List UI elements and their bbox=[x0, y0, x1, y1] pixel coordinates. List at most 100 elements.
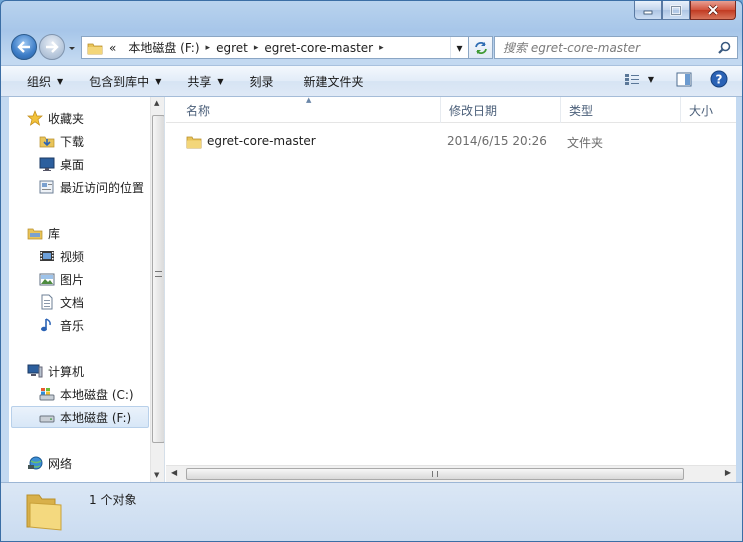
nav-network-label: 网络 bbox=[48, 456, 73, 471]
grip-icon bbox=[432, 471, 438, 477]
refresh-icon bbox=[474, 41, 487, 54]
preview-pane-icon bbox=[676, 72, 692, 86]
help-icon: ? bbox=[710, 70, 728, 88]
nav-recent-places-label: 最近访问的位置 bbox=[60, 180, 145, 195]
nav-downloads[interactable]: 下载 bbox=[39, 130, 84, 152]
help-button[interactable]: ? bbox=[710, 70, 728, 88]
address-dropdown[interactable]: ▾ bbox=[450, 37, 468, 58]
include-in-library-menu[interactable]: 包含到库中 ▼ bbox=[79, 69, 171, 93]
nav-videos-label: 视频 bbox=[60, 249, 85, 264]
monitor-icon bbox=[39, 156, 55, 172]
file-row[interactable]: egret-core-master 2014/6/15 20:26 文件夹 bbox=[184, 131, 742, 153]
nav-favorites-label: 收藏夹 bbox=[48, 111, 85, 126]
minimize-button[interactable] bbox=[634, 1, 662, 20]
address-separator[interactable]: ▸ bbox=[379, 43, 384, 53]
nav-documents[interactable]: 文档 bbox=[39, 291, 84, 313]
column-headers: ▲ 名称 修改日期 类型 大小 bbox=[166, 96, 736, 123]
preview-pane-button[interactable] bbox=[676, 72, 692, 87]
address-row: « 本地磁盘 (F:) ▸ egret ▸ egret-core-master … bbox=[9, 33, 738, 61]
refresh-button[interactable] bbox=[469, 36, 493, 59]
back-arrow-icon bbox=[17, 41, 30, 53]
scroll-up-icon[interactable]: ▲ bbox=[154, 99, 159, 107]
nav-computer-label: 计算机 bbox=[48, 364, 85, 379]
nav-drive-c-label: 本地磁盘 (C:) bbox=[60, 387, 134, 402]
scroll-right-icon[interactable]: ▶ bbox=[725, 468, 731, 477]
toolbar-right: ▼ ? bbox=[624, 70, 728, 88]
drive-icon bbox=[39, 409, 55, 425]
column-type[interactable]: 类型 bbox=[561, 97, 681, 123]
nav-scrollbar[interactable]: ▲ ▼ bbox=[150, 97, 164, 482]
nav-drive-f[interactable]: 本地磁盘 (F:) bbox=[11, 406, 149, 428]
share-menu[interactable]: 共享 ▼ bbox=[177, 69, 233, 93]
nav-favorites[interactable]: 收藏夹 bbox=[27, 107, 84, 129]
nav-pictures-label: 图片 bbox=[60, 272, 85, 287]
recent-pages-dropdown[interactable] bbox=[67, 42, 77, 52]
nav-desktop-label: 桌面 bbox=[60, 157, 85, 172]
nav-music-label: 音乐 bbox=[60, 318, 85, 333]
close-icon bbox=[707, 4, 719, 16]
back-button[interactable] bbox=[11, 34, 37, 60]
nav-scrollbar-thumb[interactable] bbox=[152, 115, 164, 443]
nav-libraries[interactable]: 库 bbox=[27, 222, 60, 244]
computer-icon bbox=[27, 363, 43, 379]
horizontal-scrollbar-thumb[interactable] bbox=[186, 468, 684, 480]
content-area: 收藏夹 下载 桌面 最近访问的位置 库 视频 图片 文档 音乐 计算机 本地磁盘… bbox=[9, 96, 736, 482]
scroll-down-icon[interactable]: ▼ bbox=[154, 471, 159, 479]
command-bar: 组织 ▼ 包含到库中 ▼ 共享 ▼ 刻录 新建文件夹 ▼ ? bbox=[1, 65, 742, 97]
video-icon bbox=[39, 248, 55, 264]
nav-recent-places[interactable]: 最近访问的位置 bbox=[39, 176, 144, 198]
organize-menu[interactable]: 组织 ▼ bbox=[17, 69, 73, 93]
nav-videos[interactable]: 视频 bbox=[39, 245, 84, 267]
library-icon bbox=[27, 225, 43, 241]
chevron-down-icon: ▼ bbox=[57, 76, 64, 86]
scroll-left-icon[interactable]: ◀ bbox=[171, 468, 177, 477]
document-icon bbox=[39, 294, 55, 310]
nav-downloads-label: 下载 bbox=[60, 134, 85, 149]
explorer-window: « 本地磁盘 (F:) ▸ egret ▸ egret-core-master … bbox=[0, 0, 743, 542]
search-input[interactable] bbox=[495, 37, 718, 58]
nav-network[interactable]: 网络 bbox=[27, 452, 72, 474]
star-icon bbox=[27, 110, 43, 126]
column-name[interactable]: 名称 bbox=[178, 97, 441, 123]
search-box[interactable] bbox=[494, 36, 738, 59]
address-bar[interactable]: « 本地磁盘 (F:) ▸ egret ▸ egret-core-master … bbox=[81, 36, 469, 59]
details-pane: 1 个对象 bbox=[1, 482, 742, 541]
item-count: 1 个对象 bbox=[89, 493, 137, 507]
address-overflow[interactable]: « bbox=[103, 41, 122, 55]
column-modified[interactable]: 修改日期 bbox=[441, 97, 561, 123]
column-size[interactable]: 大小 bbox=[681, 97, 742, 123]
maximize-icon bbox=[670, 4, 682, 16]
address-segment-drive[interactable]: 本地磁盘 (F:) bbox=[122, 39, 205, 56]
nav-drive-c[interactable]: 本地磁盘 (C:) bbox=[39, 383, 134, 405]
forward-button[interactable] bbox=[39, 34, 65, 60]
file-modified: 2014/6/15 20:26 bbox=[447, 134, 547, 148]
change-view-button[interactable] bbox=[624, 72, 640, 86]
folder-icon bbox=[186, 134, 202, 150]
caption-buttons bbox=[634, 1, 736, 21]
address-segment-current[interactable]: egret-core-master bbox=[258, 41, 379, 55]
close-button[interactable] bbox=[690, 1, 736, 20]
chevron-down-icon: ▼ bbox=[155, 76, 162, 86]
address-segment-egret[interactable]: egret bbox=[210, 41, 254, 55]
folder-icon bbox=[25, 491, 69, 534]
forward-arrow-icon bbox=[46, 41, 59, 53]
nav-computer[interactable]: 计算机 bbox=[27, 360, 84, 382]
burn-button[interactable]: 刻录 bbox=[240, 69, 284, 93]
nav-documents-label: 文档 bbox=[60, 295, 85, 310]
grip-icon bbox=[155, 271, 162, 277]
nav-pictures[interactable]: 图片 bbox=[39, 268, 84, 290]
include-in-library-label: 包含到库中 bbox=[89, 74, 150, 89]
search-icon[interactable] bbox=[718, 41, 731, 54]
svg-text:?: ? bbox=[716, 73, 723, 87]
horizontal-scrollbar[interactable]: ◀ ▶ bbox=[166, 465, 736, 482]
maximize-button[interactable] bbox=[662, 1, 690, 20]
nav-music[interactable]: 音乐 bbox=[39, 314, 84, 336]
minimize-icon bbox=[643, 10, 653, 15]
picture-icon bbox=[39, 271, 55, 287]
nav-desktop[interactable]: 桌面 bbox=[39, 153, 84, 175]
file-type: 文件夹 bbox=[567, 136, 604, 150]
view-icon bbox=[624, 74, 639, 85]
recent-places-icon bbox=[39, 179, 55, 195]
new-folder-button[interactable]: 新建文件夹 bbox=[294, 69, 374, 93]
view-dropdown-arrow[interactable]: ▼ bbox=[648, 75, 654, 84]
